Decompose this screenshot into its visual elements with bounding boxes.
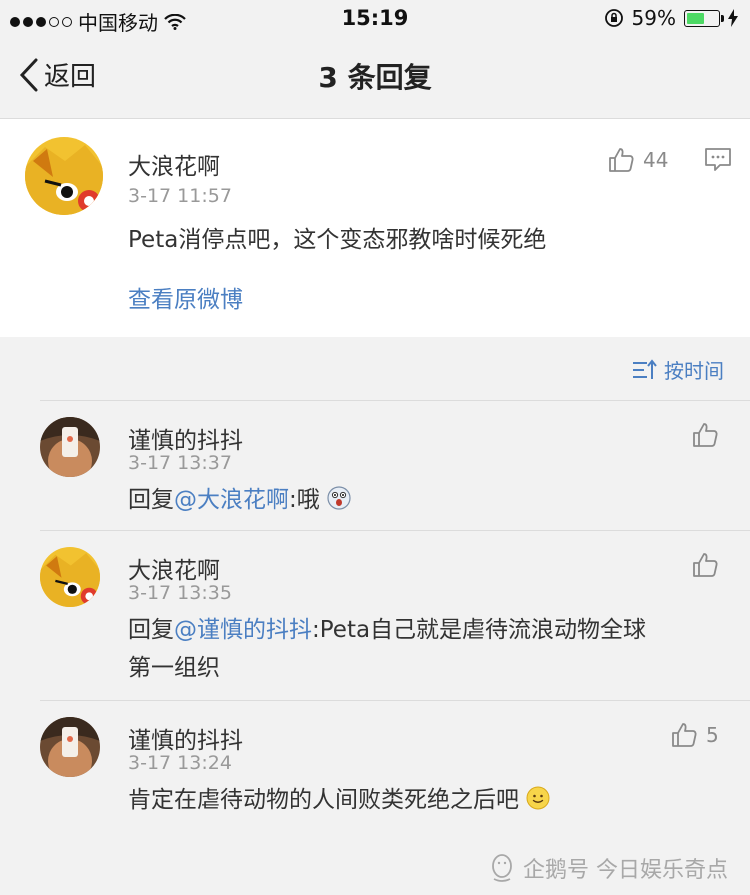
comment-icon[interactable] bbox=[704, 147, 732, 173]
avatar[interactable] bbox=[40, 717, 100, 777]
author-name[interactable]: 大浪花啊 bbox=[128, 551, 220, 585]
author-name[interactable]: 大浪花啊 bbox=[128, 147, 220, 181]
watermark-text: 企鹅号 今日娱乐奇点 bbox=[523, 858, 728, 883]
avatar-image bbox=[25, 137, 103, 215]
avatar[interactable] bbox=[40, 547, 100, 607]
reply-body: :Peta自己就是虐待流浪动物全球 bbox=[312, 617, 647, 643]
avatar-image bbox=[40, 417, 100, 477]
surprised-emoji-icon bbox=[327, 486, 351, 510]
battery-percent: 59% bbox=[631, 6, 676, 30]
avatar[interactable] bbox=[40, 417, 100, 477]
nav-bar: 返回 3 条回复 bbox=[0, 38, 750, 119]
like-button[interactable]: 44 bbox=[607, 146, 668, 174]
battery-icon bbox=[684, 9, 724, 27]
mention-link[interactable]: @大浪花啊 bbox=[174, 487, 289, 513]
avatar-image bbox=[40, 547, 100, 607]
penguin-logo-icon bbox=[492, 854, 512, 882]
thumbs-up-icon[interactable] bbox=[691, 421, 719, 449]
rotation-lock-icon bbox=[604, 9, 623, 27]
reply-time: 3-17 13:24 bbox=[128, 752, 232, 774]
reply-prefix: 回复 bbox=[128, 487, 174, 513]
original-comment: 大浪花啊 3-17 11:57 44 Peta消停点吧，这个变态邪教啥时候死绝 … bbox=[0, 119, 750, 337]
thumbs-up-icon bbox=[672, 723, 697, 747]
reply-body: 肯定在虐待动物的人间败类死绝之后吧 bbox=[128, 787, 519, 813]
reply-text: 回复@大浪花啊:哦 bbox=[128, 481, 351, 519]
thumbs-up-icon bbox=[609, 148, 634, 172]
reply-text: 肯定在虐待动物的人间败类死绝之后吧 bbox=[128, 781, 550, 819]
page-title: 3 条回复 bbox=[318, 61, 432, 94]
reply-time: 3-17 13:35 bbox=[128, 582, 232, 604]
smile-emoji-icon bbox=[526, 786, 550, 810]
reply-body: :哦 bbox=[289, 487, 320, 513]
author-name[interactable]: 谨慎的抖抖 bbox=[128, 421, 243, 455]
reply-item: 大浪花啊 3-17 13:35 回复@谨慎的抖抖:Peta自己就是虐待流浪动物全… bbox=[0, 531, 750, 699]
comment-text: Peta消停点吧，这个变态邪教啥时候死绝 bbox=[128, 227, 547, 253]
avatar[interactable] bbox=[25, 137, 103, 215]
like-count: 44 bbox=[643, 148, 669, 172]
sort-by-time-button[interactable]: 按时间 bbox=[632, 355, 724, 384]
reply-item: 谨慎的抖抖 3-17 13:24 5 肯定在虐待动物的人间败类死绝之后吧 bbox=[0, 701, 750, 841]
watermark: 企鹅号 今日娱乐奇点 bbox=[489, 852, 728, 884]
sort-label: 按时间 bbox=[664, 359, 724, 383]
charging-icon bbox=[728, 9, 738, 27]
avatar-image bbox=[40, 717, 100, 777]
post-time: 3-17 11:57 bbox=[128, 185, 232, 207]
reply-time: 3-17 13:37 bbox=[128, 452, 232, 474]
author-name[interactable]: 谨慎的抖抖 bbox=[128, 721, 243, 755]
reply-prefix: 回复 bbox=[128, 617, 174, 643]
thumbs-up-icon[interactable] bbox=[691, 551, 719, 579]
reply-item: 谨慎的抖抖 3-17 13:37 回复@大浪花啊:哦 bbox=[0, 401, 750, 529]
reply-body-line2: 第一组织 bbox=[128, 655, 220, 681]
sort-icon bbox=[633, 358, 657, 379]
like-button[interactable]: 5 bbox=[670, 721, 719, 749]
view-original-link[interactable]: 查看原微博 bbox=[128, 281, 243, 319]
like-count: 5 bbox=[706, 723, 719, 747]
mention-link[interactable]: @谨慎的抖抖 bbox=[174, 617, 312, 643]
battery-fill bbox=[687, 12, 704, 24]
status-bar: 中国移动 15:19 59% bbox=[0, 0, 750, 38]
reply-text: 回复@谨慎的抖抖:Peta自己就是虐待流浪动物全球 第一组织 bbox=[128, 611, 728, 687]
